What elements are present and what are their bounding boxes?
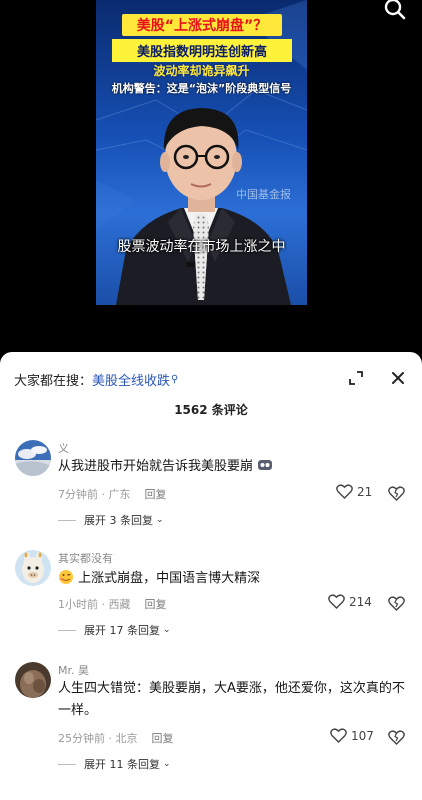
chevron-down-icon: ⌄	[163, 625, 171, 635]
comment-text: 从我进股市开始就告诉我美股要崩	[58, 456, 408, 478]
divider-line	[58, 519, 76, 521]
like-button[interactable]: 21	[336, 484, 372, 499]
headline-2: 美股指数明明连创新高	[112, 39, 292, 62]
comment-meta: 7分钟前 · 广东 回复	[58, 486, 167, 502]
comment-meta: 1小时前 · 西藏 回复	[58, 596, 167, 612]
like-count: 21	[357, 484, 373, 499]
expand-replies-label: 展开 11 条回复	[84, 758, 160, 771]
watermark: 中国基金报	[236, 188, 291, 201]
comment-text-content: 从我进股市开始就告诉我美股要崩	[58, 459, 254, 474]
expand-replies-button[interactable]: 展开 3 条回复 ⌄	[58, 512, 164, 528]
search-icon[interactable]	[382, 0, 408, 22]
trending-search-keyword[interactable]: 美股全线收跌	[92, 374, 170, 389]
reply-button[interactable]: 回复	[152, 732, 174, 745]
comment-text-content: 上涨式崩盘，中国语言博大精深	[78, 571, 261, 586]
like-button[interactable]: 107	[330, 728, 374, 743]
trending-search-prefix: 大家都在搜：	[14, 374, 93, 389]
emoji-icon	[258, 460, 273, 470]
comment-time: 7分钟前 · 广东	[58, 488, 131, 501]
like-count: 107	[351, 728, 374, 743]
comment-username[interactable]: 其实都没有	[58, 550, 113, 566]
comment-text: 人生四大错觉：美股要崩，大A要涨，他还爱你，这次真的不一样。	[58, 681, 405, 718]
headline-1: 美股“上涨式崩盘”？	[122, 14, 282, 36]
chevron-down-icon: ⌄	[163, 759, 171, 769]
video-subtitle: 股票波动率在市场上涨之中	[117, 239, 286, 255]
expand-replies-label: 展开 3 条回复	[84, 514, 153, 527]
like-button[interactable]: 214	[328, 594, 372, 609]
comment-username[interactable]: 义	[58, 440, 69, 456]
video-frame[interactable]: 美股“上涨式崩盘”？ 美股指数明明连创新高 波动率却诡异飙升 机构警告：这是“泡…	[96, 0, 307, 305]
chevron-down-icon: ⌄	[156, 515, 164, 525]
search-small-icon: ⚲	[171, 374, 179, 385]
comment-count: 1562 条评论	[174, 403, 248, 417]
expand-replies-label: 展开 17 条回复	[84, 624, 160, 637]
expand-replies-button[interactable]: 展开 17 条回复 ⌄	[58, 622, 171, 638]
divider-line	[58, 629, 76, 631]
comment-text: 上涨式崩盘，中国语言博大精深	[58, 568, 408, 590]
heart-icon	[336, 484, 353, 499]
avatar[interactable]	[15, 662, 51, 698]
like-count: 214	[349, 594, 372, 609]
broken-heart-icon[interactable]	[388, 596, 405, 611]
comment-time: 25分钟前 · 北京	[58, 732, 138, 745]
avatar[interactable]	[15, 550, 51, 586]
expand-icon[interactable]	[346, 368, 366, 388]
close-icon[interactable]	[388, 368, 408, 388]
comment-time: 1小时前 · 西藏	[58, 598, 131, 611]
emoji-icon	[59, 570, 73, 584]
reply-button[interactable]: 回复	[145, 488, 167, 501]
avatar[interactable]	[15, 440, 51, 476]
trending-search[interactable]: 大家都在搜：美股全线收跌⚲	[14, 370, 178, 389]
broken-heart-icon[interactable]	[388, 486, 405, 501]
expand-replies-button[interactable]: 展开 11 条回复 ⌄	[58, 756, 171, 772]
reply-button[interactable]: 回复	[145, 598, 167, 611]
heart-icon	[330, 728, 347, 743]
divider-line	[58, 763, 76, 765]
heart-icon	[328, 594, 345, 609]
broken-heart-icon[interactable]	[388, 730, 405, 745]
video-area[interactable]: 美股“上涨式崩盘”？ 美股指数明明连创新高 波动率却诡异飙升 机构警告：这是“泡…	[0, 0, 422, 352]
comment-panel: 大家都在搜：美股全线收跌⚲ 1562 条评论 义 从我进股市开始就告诉我美股要崩	[0, 352, 422, 800]
comment-meta: 25分钟前 · 北京 回复	[58, 730, 174, 746]
headline-4: 机构警告：这是“泡沫”阶段典型信号	[111, 82, 292, 95]
headline-3: 波动率却诡异飙升	[153, 64, 250, 78]
comment-username[interactable]: Mr. 昊	[58, 662, 89, 678]
